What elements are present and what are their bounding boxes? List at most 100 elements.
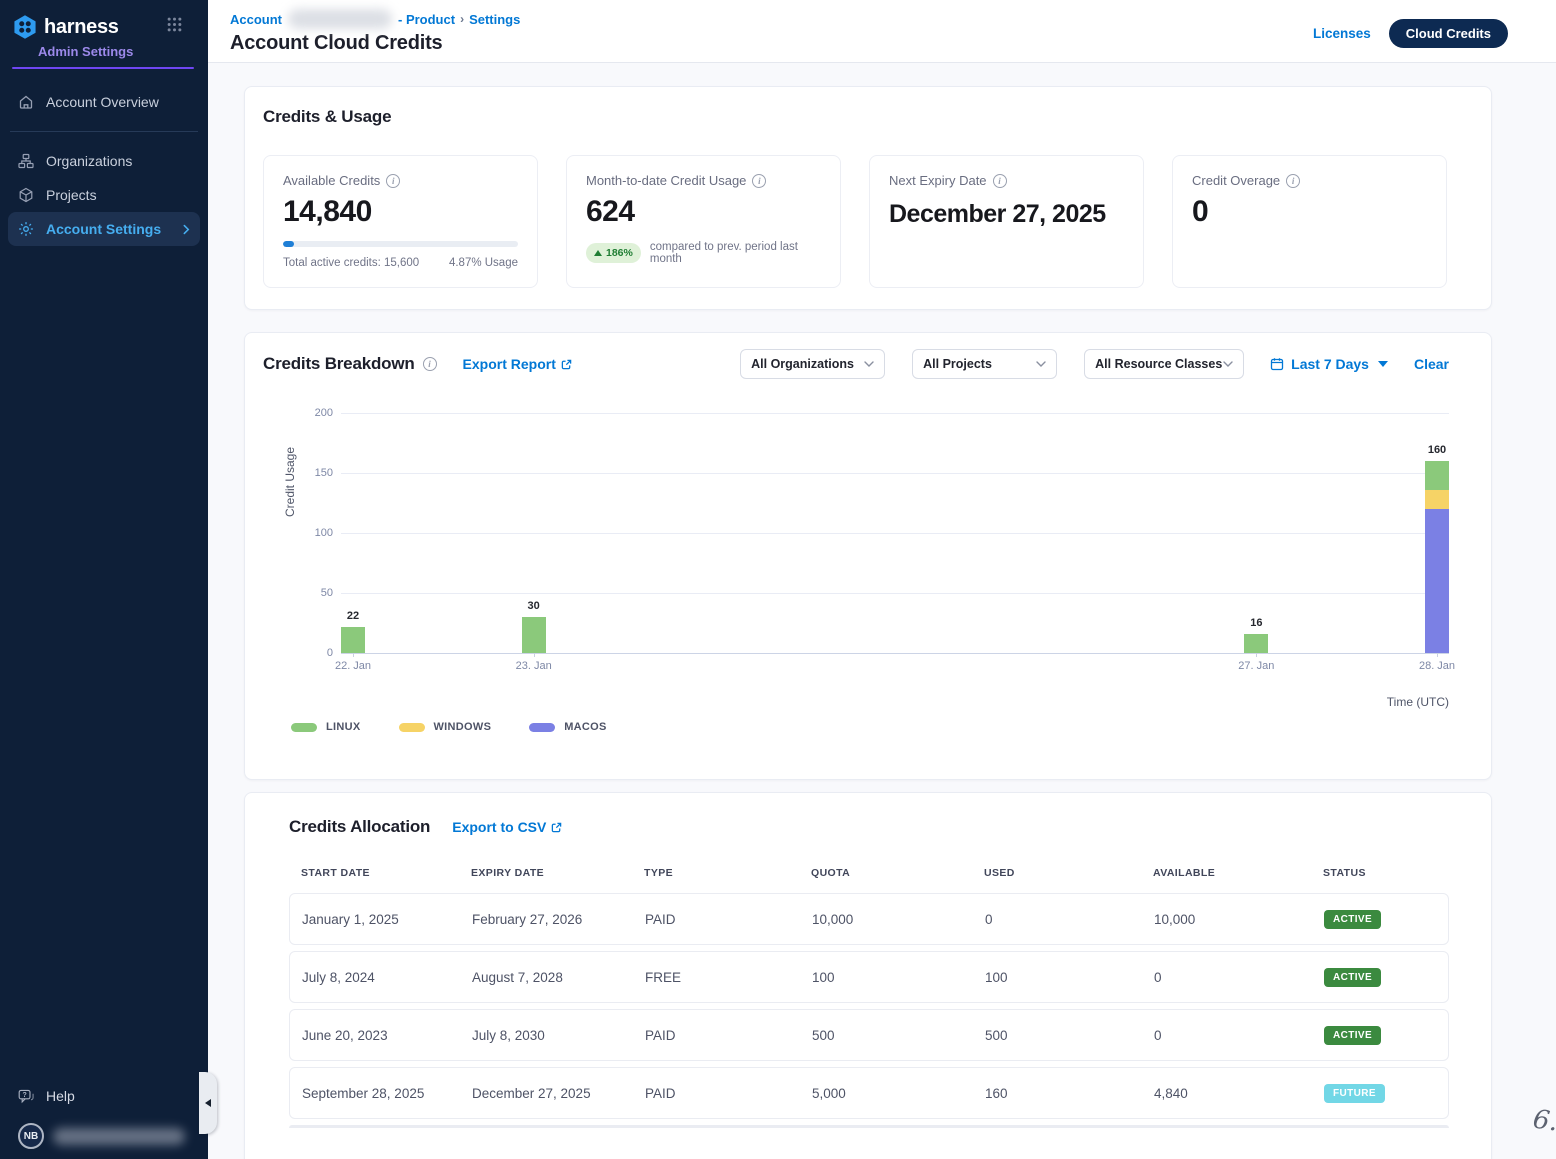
bar-segment-linux[interactable]: [522, 617, 546, 653]
allocation-table-header: START DATEEXPIRY DATETYPEQUOTAUSEDAVAILA…: [289, 867, 1449, 893]
sidebar-subtitle: Admin Settings: [38, 44, 194, 59]
clear-filters-link[interactable]: Clear: [1414, 356, 1449, 372]
column-header-type: TYPE: [632, 867, 799, 879]
cell-used: 0: [973, 912, 1142, 927]
info-icon[interactable]: i: [1286, 174, 1300, 188]
delta-note: compared to prev. period last month: [650, 241, 821, 265]
legend-item-macos[interactable]: MACOS: [529, 721, 606, 733]
help-label: Help: [46, 1088, 75, 1104]
clipped-next-row: [289, 1125, 1449, 1128]
cell-quota: 5,000: [800, 1086, 973, 1101]
cell-quota: 10,000: [800, 912, 973, 927]
sidebar-item-account-settings[interactable]: Account Settings: [8, 212, 200, 246]
help-button[interactable]: ? Help: [8, 1079, 200, 1113]
breadcrumb-product[interactable]: - Product: [398, 12, 455, 27]
sidebar-nav: Account Overview Organizations Projects Acc…: [0, 85, 208, 246]
y-axis-tick: 100: [301, 527, 333, 539]
filter-select-all-organizations[interactable]: All Organizations: [740, 349, 885, 379]
breakdown-info-icon[interactable]: i: [423, 357, 437, 371]
table-row[interactable]: July 8, 2024August 7, 2028FREE1001000ACT…: [289, 951, 1449, 1003]
status-badge: ACTIVE: [1324, 910, 1381, 929]
stat-card-value: 624: [586, 195, 821, 229]
cell-status: FUTURE: [1312, 1084, 1448, 1103]
gridline-150: [341, 473, 1449, 474]
bar-segment-macos[interactable]: [1425, 509, 1449, 653]
cell-available: 0: [1142, 970, 1312, 985]
user-avatar[interactable]: NB: [18, 1123, 44, 1149]
legend-swatch: [399, 723, 425, 732]
cell-start_date: June 20, 2023: [290, 1028, 460, 1043]
cloud-credits-button[interactable]: Cloud Credits: [1389, 19, 1508, 48]
harness-logo-icon: [12, 14, 38, 40]
cell-expiry_date: February 27, 2026: [460, 912, 633, 927]
legend-item-linux[interactable]: LINUX: [291, 721, 361, 733]
credits-allocation-panel: Credits Allocation Export to CSV START D…: [244, 792, 1492, 1159]
stat-card-available-credits: Available Creditsi14,840Total active cre…: [263, 155, 538, 288]
export-csv-link[interactable]: Export to CSV: [452, 819, 562, 835]
stat-card-label-text: Available Credits: [283, 173, 380, 188]
credits-usage-panel: Credits & Usage Available Creditsi14,840…: [244, 86, 1492, 310]
gridline-100: [341, 533, 1449, 534]
credits-progress-fill: [283, 241, 294, 247]
column-header-expiry-date: EXPIRY DATE: [459, 867, 632, 879]
arrow-up-icon: [594, 250, 602, 256]
stat-card-label-text: Month-to-date Credit Usage: [586, 173, 746, 188]
breadcrumb-account[interactable]: Account: [230, 12, 282, 27]
legend-swatch: [291, 723, 317, 732]
cell-type: PAID: [633, 1086, 800, 1101]
table-row[interactable]: September 28, 2025December 27, 2025PAID5…: [289, 1067, 1449, 1119]
cell-available: 0: [1142, 1028, 1312, 1043]
chevron-down-icon: [1223, 361, 1233, 367]
cell-status: ACTIVE: [1312, 910, 1448, 929]
credits-breakdown-title: Credits Breakdown: [263, 354, 415, 374]
bar-segment-linux[interactable]: [341, 627, 365, 653]
topbar-right: Licenses Cloud Credits: [1313, 19, 1508, 48]
export-report-link[interactable]: Export Report: [463, 356, 572, 372]
sidebar-item-organizations[interactable]: Organizations: [8, 144, 200, 178]
bar-segment-windows[interactable]: [1425, 490, 1449, 509]
info-icon[interactable]: i: [386, 174, 400, 188]
content: Credits & Usage Available Creditsi14,840…: [208, 63, 1556, 1159]
org-icon: [18, 153, 34, 169]
brand-name: harness: [44, 16, 119, 39]
info-icon[interactable]: i: [993, 174, 1007, 188]
table-row[interactable]: June 20, 2023July 8, 2030PAID5005000ACTI…: [289, 1009, 1449, 1061]
cell-start_date: July 8, 2024: [290, 970, 460, 985]
sidebar-accent-line: [12, 67, 194, 69]
legend-item-windows[interactable]: WINDOWS: [399, 721, 492, 733]
app-grid-icon[interactable]: [167, 17, 182, 37]
help-icon: ?: [18, 1089, 35, 1104]
column-header-quota: QUOTA: [799, 867, 972, 879]
filter-select-all-projects[interactable]: All Projects: [912, 349, 1057, 379]
sidebar-item-label: Projects: [46, 187, 97, 203]
licenses-link[interactable]: Licenses: [1313, 26, 1371, 41]
allocation-table-body: January 1, 2025February 27, 2026PAID10,0…: [289, 893, 1449, 1119]
cell-available: 10,000: [1142, 912, 1312, 927]
stat-card-label-text: Credit Overage: [1192, 173, 1280, 188]
sidebar-item-account-overview[interactable]: Account Overview: [8, 85, 200, 119]
info-icon[interactable]: i: [752, 174, 766, 188]
date-range-picker[interactable]: Last 7 Days: [1270, 356, 1388, 372]
status-badge: FUTURE: [1324, 1084, 1385, 1103]
user-name-redacted: [53, 1128, 185, 1145]
user-row[interactable]: NB: [8, 1113, 200, 1153]
filter-select-all-resource-classes[interactable]: All Resource Classes: [1084, 349, 1244, 379]
cell-used: 100: [973, 970, 1142, 985]
table-row[interactable]: January 1, 2025February 27, 2026PAID10,0…: [289, 893, 1449, 945]
delta-row: 186%compared to prev. period last month: [586, 241, 821, 265]
stat-card-value: 14,840: [283, 195, 518, 229]
bar-segment-linux[interactable]: [1244, 634, 1268, 653]
sidebar-item-projects[interactable]: Projects: [8, 178, 200, 212]
stat-card-value: 0: [1192, 195, 1427, 229]
home-icon: [18, 94, 34, 110]
sidebar-header: harness Admin Settings: [0, 0, 208, 69]
stat-card-label: Next Expiry Datei: [889, 173, 1124, 188]
breadcrumb-settings[interactable]: Settings: [469, 12, 520, 27]
sidebar-collapse-handle[interactable]: [199, 1072, 217, 1134]
cell-type: PAID: [633, 912, 800, 927]
bar-segment-linux[interactable]: [1425, 461, 1449, 490]
bar-total-label: 160: [1428, 444, 1446, 456]
bar-23Jan[interactable]: [522, 413, 546, 653]
gridline-200: [341, 413, 1449, 414]
sidebar-bottom: ? Help NB: [0, 1079, 208, 1159]
